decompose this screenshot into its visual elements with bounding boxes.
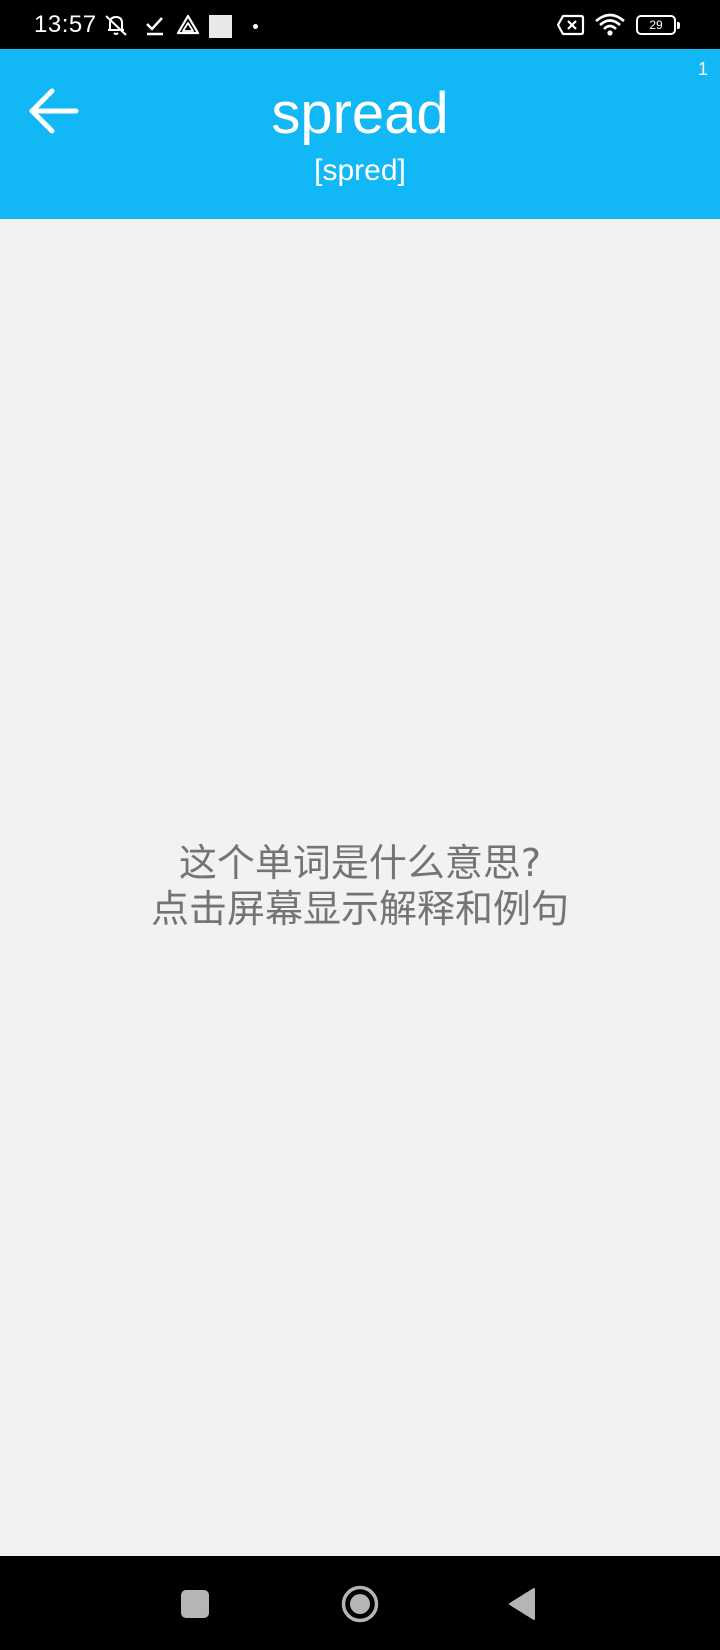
prompt-text: 这个单词是什么意思? 点击屏幕显示解释和例句 <box>0 840 720 932</box>
wifi-icon <box>595 13 625 36</box>
navigation-bar <box>0 1556 720 1650</box>
app-square-icon <box>209 15 232 38</box>
battery-icon: 29 <box>636 15 680 35</box>
dot-icon <box>253 24 258 29</box>
prompt-line-2: 点击屏幕显示解释和例句 <box>150 887 569 931</box>
reveal-tap-area[interactable]: 这个单词是什么意思? 点击屏幕显示解释和例句 <box>0 219 720 1556</box>
battery-level: 29 <box>649 18 663 32</box>
nav-back-button[interactable] <box>507 1587 537 1621</box>
status-time: 13:57 <box>34 11 97 38</box>
recents-button[interactable] <box>181 1590 209 1618</box>
word-title: spread <box>271 81 449 146</box>
phonetic-text: [spred] <box>314 154 406 187</box>
status-bar: 13:57 29 <box>0 0 720 49</box>
notifications-muted-icon <box>105 15 127 36</box>
drive-icon <box>176 14 200 35</box>
home-button[interactable] <box>341 1585 379 1623</box>
app-header: spread [spred] 1 <box>0 49 720 219</box>
check-icon <box>146 17 163 36</box>
word-counter: 1 <box>697 59 708 79</box>
prompt-line-1: 这个单词是什么意思? <box>178 841 542 885</box>
sim-disabled-icon <box>556 14 585 36</box>
